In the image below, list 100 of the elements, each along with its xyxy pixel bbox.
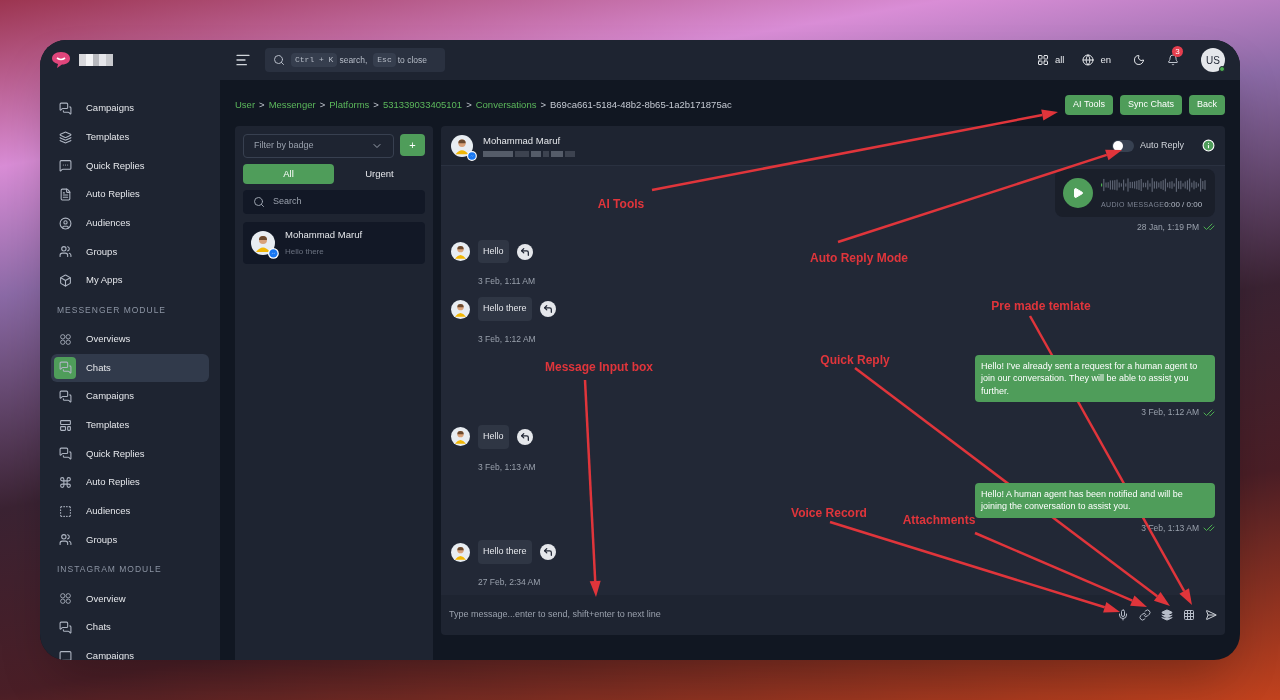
message-input[interactable]: Type message...enter to send, shift+enter to next line <box>441 595 1225 635</box>
sidebar-item[interactable]: Audiences <box>51 208 209 238</box>
avatar <box>451 134 473 157</box>
breadcrumb-link[interactable]: User <box>235 97 256 113</box>
sidebar-item[interactable]: Overviews <box>51 324 209 354</box>
play-button[interactable] <box>1063 178 1093 208</box>
layers-icon <box>58 130 72 144</box>
sidebar-item[interactable]: Campaigns <box>51 94 209 123</box>
moon-icon[interactable] <box>1133 54 1145 66</box>
shortcut-key: Esc <box>373 53 396 67</box>
reply-button[interactable] <box>539 544 556 561</box>
chat-search-field[interactable]: Search <box>243 190 425 214</box>
document-icon <box>58 187 72 201</box>
breadcrumb-separator: > <box>373 97 379 112</box>
reply-button[interactable] <box>539 301 556 318</box>
microphone-icon[interactable] <box>1117 609 1129 621</box>
sidebar-item[interactable]: Groups <box>51 237 209 267</box>
breadcrumb-link[interactable]: Messenger <box>268 97 316 113</box>
sidebar-item[interactable]: Groups <box>51 525 209 555</box>
sidebar-item[interactable]: Chats <box>51 353 209 383</box>
annotation-label: Attachments <box>902 512 976 529</box>
section-heading: INSTAGRAM MODULE <box>56 563 163 577</box>
send-icon[interactable] <box>1205 609 1217 621</box>
annotation-label: Voice Record <box>791 505 867 522</box>
message-bubble: Hello there <box>478 540 532 564</box>
auto-reply-label: Auto Reply <box>1139 138 1184 152</box>
message-time: 3 Feb, 1:13 AM <box>478 461 536 472</box>
search-hint: search, <box>339 53 368 67</box>
section-heading: MESSENGER MODULE <box>56 303 168 317</box>
menu-icon[interactable] <box>235 52 251 68</box>
sidebar-item[interactable]: Templates <box>51 122 209 152</box>
filter-tab[interactable]: Urgent <box>334 164 425 184</box>
annotation-label: Quick Reply <box>820 352 890 369</box>
message-bubble: Hello there <box>478 297 532 321</box>
audio-duration: 0:00 / 0:00 <box>1164 199 1203 211</box>
avatar <box>451 542 470 562</box>
reply-arrow-icon <box>519 246 530 257</box>
chat-dots-icon <box>58 159 72 173</box>
language-button[interactable]: en <box>1082 52 1111 68</box>
layout-icon <box>58 418 72 432</box>
chat-list-item[interactable]: Mohammad Maruf Hello there <box>243 222 425 264</box>
annotation-label: Message Input box <box>545 359 653 376</box>
reply-arrow-icon <box>542 304 553 315</box>
reply-button[interactable] <box>516 243 533 260</box>
sidebar-item[interactable]: Campaigns <box>51 641 209 660</box>
message-time: 3 Feb, 1:11 AM <box>478 276 535 287</box>
sidebar-item[interactable]: Quick Replies <box>51 151 209 181</box>
sidebar-item[interactable]: Chats <box>51 613 209 642</box>
box-icon <box>58 273 72 287</box>
user-avatar[interactable]: US <box>1201 48 1225 72</box>
link-icon[interactable] <box>1139 609 1151 621</box>
breadcrumb-link[interactable]: 531339033405101 <box>382 97 463 113</box>
auto-reply-toggle[interactable] <box>1111 139 1134 152</box>
sidebar-item[interactable]: Campaigns <box>51 382 209 411</box>
chat-bubbles-icon <box>58 390 72 404</box>
avatar <box>451 242 470 262</box>
users-icon <box>58 245 72 259</box>
sidebar-item[interactable]: Audiences <box>51 496 209 526</box>
breadcrumb-link[interactable]: Conversations <box>475 97 537 113</box>
info-icon[interactable] <box>1202 139 1215 152</box>
workspace-button[interactable]: all <box>1036 52 1065 68</box>
breadcrumb-link[interactable]: Platforms <box>329 97 370 113</box>
message-time: 3 Feb, 1:12 AM <box>1141 406 1199 420</box>
message-bubble: Hello <box>478 425 509 449</box>
avatar <box>451 427 470 447</box>
breadcrumb-current: B69ca661-5184-48b2-8b65-1a2b171875ac <box>550 97 732 112</box>
annotation-label: Auto Reply Mode <box>810 250 908 267</box>
search-icon <box>273 54 285 66</box>
breadcrumb-separator: > <box>466 97 472 112</box>
breadcrumb-separator: > <box>540 97 546 112</box>
message-preview: Hello there <box>285 245 325 258</box>
message-time: 27 Feb, 2:34 AM <box>478 576 541 587</box>
search-hint: to close <box>397 53 427 67</box>
breadcrumb-separator: > <box>259 97 265 112</box>
breadcrumb-separator: > <box>319 97 326 112</box>
chat-bubble-icon <box>58 649 72 660</box>
circles-icon <box>58 332 72 346</box>
contact-name: Mohammad Maruf <box>483 133 562 148</box>
chat-bubbles-icon <box>58 620 72 634</box>
notification-bell-icon[interactable] <box>1167 54 1179 66</box>
sidebar-item[interactable]: Templates <box>51 410 209 440</box>
sidebar-item[interactable]: Auto Replies <box>51 468 209 497</box>
layers-icon[interactable] <box>1161 609 1173 621</box>
reply-arrow-icon <box>542 547 553 558</box>
badge-filter-select[interactable]: Filter by badge <box>243 134 394 158</box>
logo-icon <box>51 51 71 69</box>
search-field[interactable]: Ctrl + K search, Esc to close <box>265 48 445 72</box>
circles-icon <box>58 592 72 606</box>
sidebar-item[interactable]: Auto Replies <box>51 180 209 209</box>
contact-name: Mohammad Maruf <box>285 228 363 243</box>
sidebar-item[interactable]: Quick Replies <box>51 439 209 469</box>
grid-icon[interactable] <box>1183 609 1195 621</box>
user-circle-icon <box>58 216 72 230</box>
sidebar-item[interactable]: Overview <box>51 584 209 613</box>
annotation-label: Pre made temlate <box>991 298 1091 315</box>
sidebar-item[interactable]: My Apps <box>51 266 209 295</box>
command-icon <box>58 476 72 490</box>
grid-icon <box>1036 54 1049 66</box>
globe-icon <box>1082 54 1095 66</box>
reply-button[interactable] <box>516 428 533 445</box>
